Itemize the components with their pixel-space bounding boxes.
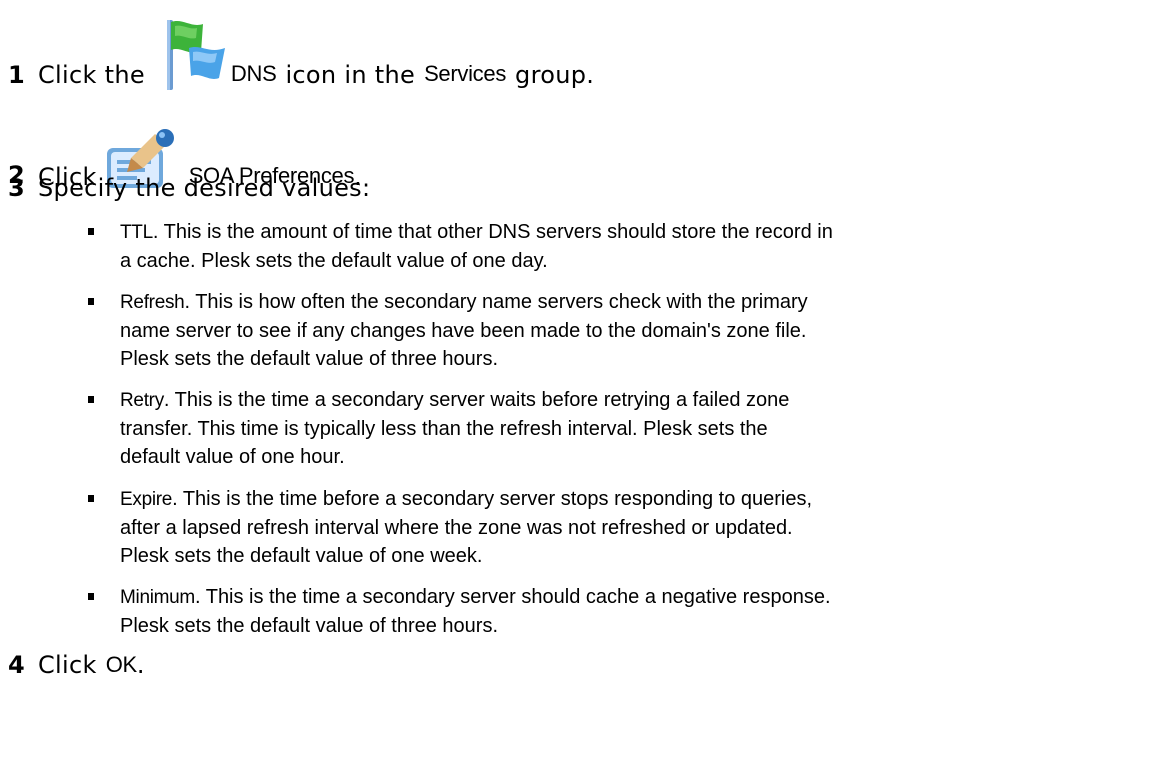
value-text: a cache. Plesk sets the default value of… (120, 250, 548, 272)
bullet-icon (88, 593, 94, 600)
step-text: . (136, 651, 145, 679)
value-term: Minimum (120, 587, 195, 608)
document-page: 1 Click the DNS icon in the Services gro… (0, 0, 1153, 771)
value-term: TTL (120, 222, 153, 243)
value-text: . This is the time a secondary server wa… (163, 389, 790, 411)
step-text: Click the (38, 61, 145, 89)
value-text: . This is the amount of time that other … (152, 221, 833, 243)
bullet-icon (88, 298, 94, 305)
dns-flag-icon (153, 18, 227, 92)
ui-term: OK (105, 652, 137, 677)
step-text: icon in the (285, 61, 416, 89)
value-term: Retry (120, 390, 164, 411)
value-term: Refresh (120, 292, 185, 313)
value-text: Plesk sets the default value of one week… (120, 545, 483, 567)
ui-term: DNS (230, 61, 277, 86)
value-text: Plesk sets the default value of three ho… (120, 615, 498, 637)
value-text: Plesk sets the default value of three ho… (120, 348, 498, 370)
step-number: 3 (8, 174, 25, 202)
bullet-icon (88, 396, 94, 403)
ui-term: Services (424, 61, 507, 86)
bullet-icon (88, 228, 94, 235)
step-text: Click (38, 651, 97, 679)
value-term: Expire (120, 489, 173, 510)
value-text: name server to see if any changes have b… (120, 320, 807, 342)
step-number: 4 (8, 651, 25, 679)
value-text: after a lapsed refresh interval where th… (120, 517, 793, 539)
step-text: group. (515, 61, 595, 89)
step-number: 1 (8, 61, 25, 89)
value-text: default value of one hour. (120, 446, 345, 468)
value-text: transfer. This time is typically less th… (120, 418, 768, 440)
value-text: . This is the time a secondary server sh… (194, 586, 831, 608)
value-text: . This is the time before a secondary se… (172, 488, 813, 510)
value-text: . This is how often the secondary name s… (184, 291, 808, 313)
step-text: Specify the desired values: (38, 174, 371, 202)
bullet-icon (88, 495, 94, 502)
